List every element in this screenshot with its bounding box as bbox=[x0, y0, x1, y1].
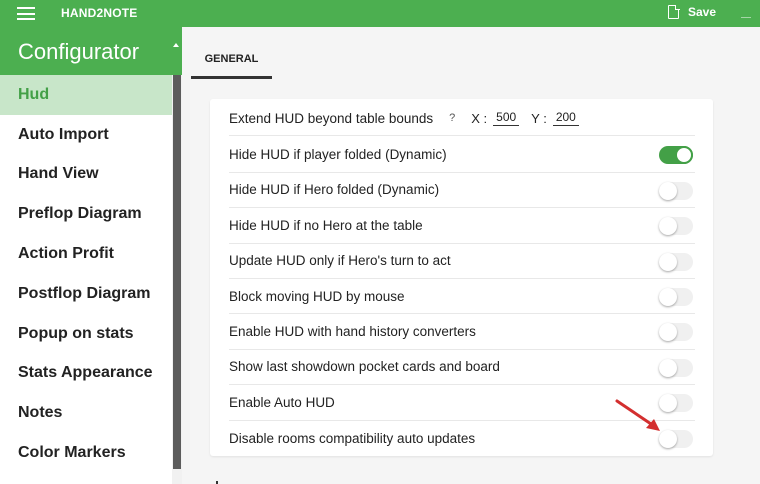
setting-label: Hide HUD if player folded (Dynamic) bbox=[229, 147, 447, 163]
setting-row-block-moving-hud: Block moving HUD by mouse bbox=[229, 279, 695, 315]
save-button[interactable]: Save bbox=[668, 4, 717, 19]
toggle-knob bbox=[659, 217, 677, 236]
toggle-switch[interactable] bbox=[659, 323, 693, 342]
sidebar-header: Configurator bbox=[0, 27, 182, 75]
toggle-switch[interactable] bbox=[659, 146, 693, 165]
sidebar-item-hand-view[interactable]: Hand View bbox=[0, 155, 172, 195]
file-icon bbox=[668, 4, 680, 19]
sidebar-item-popup-on-stats[interactable]: Popup on stats bbox=[0, 314, 172, 354]
scroll-up-icon[interactable] bbox=[173, 43, 179, 47]
setting-label: Enable HUD with hand history converters bbox=[229, 324, 476, 340]
toggle-knob bbox=[659, 252, 677, 271]
toggle-switch[interactable] bbox=[659, 252, 693, 271]
menu-icon[interactable] bbox=[17, 7, 35, 20]
sidebar-scrollbar-thumb[interactable] bbox=[173, 75, 181, 469]
sidebar: Configurator Hud Auto Import Hand View P… bbox=[0, 27, 182, 484]
setting-row-hide-hud-player-folded: Hide HUD if player folded (Dynamic) bbox=[229, 137, 695, 173]
setting-label: Update HUD only if Hero's turn to act bbox=[229, 253, 451, 269]
sidebar-item-color-markers[interactable]: Color Markers bbox=[0, 433, 172, 473]
setting-label: Hide HUD if no Hero at the table bbox=[229, 217, 423, 233]
extend-hud-row: Extend HUD beyond table bounds ? X : 500… bbox=[229, 101, 695, 137]
toggle-switch[interactable] bbox=[659, 358, 693, 377]
toggle-switch[interactable] bbox=[659, 217, 693, 236]
help-icon[interactable]: ? bbox=[449, 112, 455, 124]
main-panel: GENERAL Extend HUD beyond table bounds ?… bbox=[182, 27, 760, 484]
setting-label: Enable Auto HUD bbox=[229, 394, 335, 410]
sidebar-item-action-profit[interactable]: Action Profit bbox=[0, 234, 172, 274]
tab-general[interactable]: GENERAL bbox=[191, 44, 272, 79]
sidebar-item-notes[interactable]: Notes bbox=[0, 393, 172, 433]
sidebar-item-postflop-diagram[interactable]: Postflop Diagram bbox=[0, 274, 172, 314]
save-label: Save bbox=[688, 5, 717, 19]
setting-row-enable-hud-converters: Enable HUD with hand history converters bbox=[229, 314, 695, 350]
minimize-icon[interactable] bbox=[741, 17, 751, 18]
setting-row-show-showdown-cards: Show last showdown pocket cards and boar… bbox=[229, 350, 695, 386]
toggle-knob bbox=[659, 323, 677, 342]
setting-label: Block moving HUD by mouse bbox=[229, 288, 405, 304]
x-input[interactable]: 500 bbox=[493, 110, 520, 127]
sidebar-item-stats-appearance[interactable]: Stats Appearance bbox=[0, 354, 172, 394]
toggle-switch[interactable] bbox=[659, 181, 693, 200]
sidebar-item-auto-import[interactable]: Auto Import bbox=[0, 115, 172, 155]
toggle-knob bbox=[659, 181, 677, 200]
toggle-knob bbox=[675, 146, 693, 165]
sidebar-item-hud[interactable]: Hud bbox=[0, 75, 172, 115]
setting-row-hide-hud-no-hero: Hide HUD if no Hero at the table bbox=[229, 208, 695, 244]
setting-label: Show last showdown pocket cards and boar… bbox=[229, 359, 500, 375]
setting-label: Disable rooms compatibility auto updates bbox=[229, 430, 476, 446]
toggle-knob bbox=[659, 358, 677, 377]
setting-label: Hide HUD if Hero folded (Dynamic) bbox=[229, 182, 440, 198]
y-input[interactable]: 200 bbox=[552, 110, 579, 127]
extend-hud-label: Extend HUD beyond table bounds bbox=[229, 110, 434, 126]
toggle-knob bbox=[659, 288, 677, 306]
tab-bar: GENERAL bbox=[182, 27, 760, 79]
sidebar-item-preflop-diagram[interactable]: Preflop Diagram bbox=[0, 194, 172, 234]
sidebar-title: Configurator bbox=[18, 39, 140, 64]
sidebar-list: Hud Auto Import Hand View Preflop Diagra… bbox=[0, 75, 172, 473]
setting-row-hide-hud-hero-folded: Hide HUD if Hero folded (Dynamic) bbox=[229, 173, 695, 209]
title-bar: HAND2NOTE Save bbox=[0, 0, 760, 27]
toggle-switch[interactable] bbox=[659, 288, 693, 306]
y-label: Y : bbox=[531, 110, 547, 126]
x-label: X : bbox=[471, 110, 488, 126]
red-arrow-annotation bbox=[615, 399, 660, 431]
setting-row-update-hud-hero-turn: Update HUD only if Hero's turn to act bbox=[229, 244, 695, 279]
app-title: HAND2NOTE bbox=[61, 6, 138, 20]
